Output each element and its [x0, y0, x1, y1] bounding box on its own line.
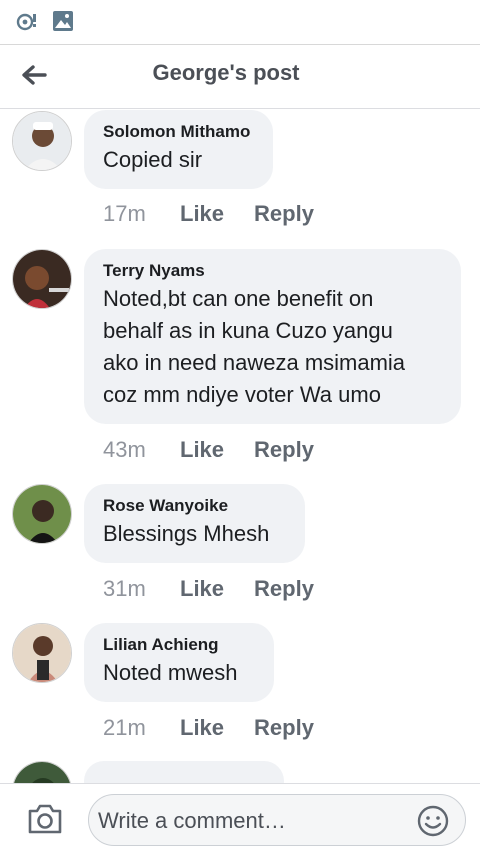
comment-text-line: ako in need naweza msimamia: [103, 350, 406, 375]
comment-text: Noted mwesh: [103, 660, 238, 685]
comment-text: Copied sir: [103, 147, 203, 172]
comment-input[interactable]: Write a comment…: [88, 794, 466, 846]
comment-bubble[interactable]: Lilian Achieng Noted mwesh: [84, 623, 274, 702]
avatar[interactable]: [12, 623, 72, 683]
status-bar: [0, 0, 480, 44]
camera-icon: [26, 804, 64, 840]
comment-author[interactable]: Terry Nyams: [103, 261, 442, 281]
comment-time: 17m: [103, 201, 146, 226]
comment-bubble[interactable]: Terry Nyams Noted,bt can one benefit on …: [84, 249, 461, 424]
comment-bubble[interactable]: Solomon Mithamo Copied sir: [84, 110, 273, 189]
reply-button[interactable]: Reply: [254, 576, 314, 602]
comment-bubble[interactable]: Rose Wanyoike Blessings Mhesh: [84, 484, 305, 563]
like-button[interactable]: Like: [180, 715, 224, 741]
emoji-button[interactable]: [417, 805, 449, 837]
comment-bubble[interactable]: [84, 761, 284, 783]
comment-list[interactable]: Solomon Mithamo Copied sir 17m Like Repl…: [0, 109, 480, 783]
comment-text-line: Noted,bt can one benefit on: [103, 286, 374, 311]
comment-meta: 31m Like Reply: [103, 576, 344, 602]
comment-composer: Write a comment…: [0, 783, 480, 854]
like-button[interactable]: Like: [180, 437, 224, 463]
comment-author[interactable]: Lilian Achieng: [103, 635, 255, 655]
camera-button[interactable]: [26, 802, 64, 836]
like-button[interactable]: Like: [180, 576, 224, 602]
avatar[interactable]: [12, 249, 72, 309]
reply-button[interactable]: Reply: [254, 715, 314, 741]
post-header: George's post: [0, 44, 480, 109]
comment-author[interactable]: Rose Wanyoike: [103, 496, 286, 516]
comment-meta: 43m Like Reply: [103, 437, 344, 463]
comment-meta: 17m Like Reply: [103, 201, 344, 227]
comment-time: 21m: [103, 715, 146, 740]
comment-meta: 21m Like Reply: [103, 715, 344, 741]
smiley-icon: [417, 805, 449, 841]
image-icon: [52, 10, 74, 37]
reply-button[interactable]: Reply: [254, 201, 314, 227]
reply-button[interactable]: Reply: [254, 437, 314, 463]
comment-text-line: coz mm ndiye voter Wa umo: [103, 382, 381, 407]
like-button[interactable]: Like: [180, 201, 224, 227]
comment-time: 31m: [103, 576, 146, 601]
avatar[interactable]: [12, 111, 72, 171]
avatar[interactable]: [12, 484, 72, 544]
comment-text: Noted,bt can one benefit on behalf as in…: [103, 283, 442, 411]
vpn-key-icon: [16, 10, 40, 37]
comment-input-placeholder: Write a comment…: [98, 808, 286, 833]
page-title: George's post: [152, 60, 300, 85]
comment-time: 43m: [103, 437, 146, 462]
comment-text: Blessings Mhesh: [103, 521, 270, 546]
comment-author[interactable]: Solomon Mithamo: [103, 122, 254, 142]
avatar[interactable]: [12, 761, 72, 783]
comment-text-line: behalf as in kuna Cuzo yangu: [103, 318, 393, 343]
